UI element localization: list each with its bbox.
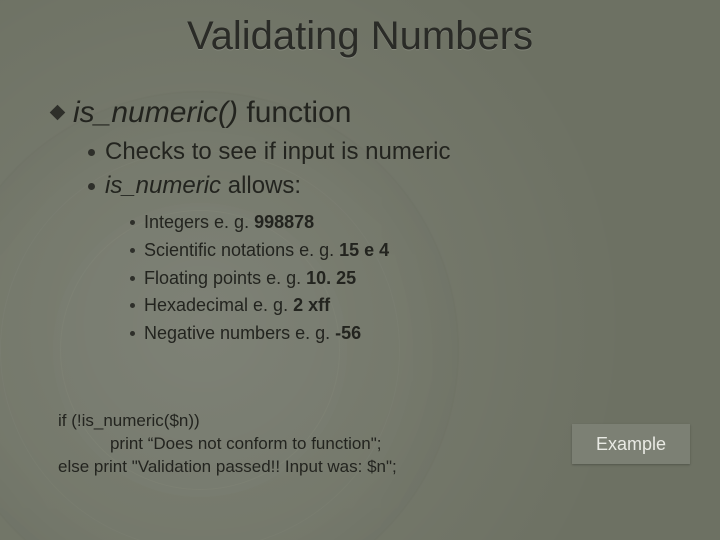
bullet-level-2-item: is_numeric allows: — [88, 170, 672, 202]
bullet-level-1: is_numeric() function — [52, 96, 672, 130]
bullet-label: Integers e. g. — [144, 212, 254, 232]
disc-bullet-icon — [130, 220, 135, 225]
bullet-value: 2 xff — [293, 295, 330, 315]
function-suffix: function — [238, 96, 351, 129]
bullet-level-3-item: Scientific notations e. g. 15 e 4 — [130, 237, 672, 265]
disc-bullet-icon — [88, 183, 95, 190]
disc-bullet-icon — [88, 149, 95, 156]
example-button[interactable]: Example — [572, 424, 690, 464]
slide: Validating Numbers is_numeric() function… — [0, 0, 720, 540]
bullet-label: Hexadecimal e. g. — [144, 295, 293, 315]
bullet-value: 10. 25 — [306, 268, 356, 288]
bullet-level-3-item: Negative numbers e. g. -56 — [130, 320, 672, 348]
bullet-value: 998878 — [254, 212, 314, 232]
bullet-text: Checks to see if input is numeric — [105, 138, 450, 165]
disc-bullet-icon — [130, 303, 135, 308]
bullet-level-3-item: Floating points e. g. 10. 25 — [130, 265, 672, 293]
bullet-label: Floating points e. g. — [144, 268, 306, 288]
bullet-text: allows: — [221, 172, 301, 199]
disc-bullet-icon — [130, 331, 135, 336]
disc-bullet-icon — [130, 276, 135, 281]
code-snippet: if (!is_numeric($n)) print “Does not con… — [58, 410, 528, 479]
bullet-level-3-item: Hexadecimal e. g. 2 xff — [130, 292, 672, 320]
bullet-value: 15 e 4 — [339, 240, 389, 260]
function-name-inline: is_numeric — [105, 172, 221, 199]
diamond-bullet-icon — [50, 105, 66, 121]
bullet-level-2-item: Checks to see if input is numeric — [88, 136, 672, 168]
bullet-label: Scientific notations e. g. — [144, 240, 339, 260]
bullet-level-3-group: Integers e. g. 998878 Scientific notatio… — [130, 209, 672, 348]
bullet-level-2-group: Checks to see if input is numeric is_num… — [88, 136, 672, 203]
slide-title: Validating Numbers — [0, 14, 720, 59]
function-name: is_numeric() — [73, 96, 238, 129]
slide-body: is_numeric() function Checks to see if i… — [52, 96, 672, 348]
bullet-value: -56 — [335, 323, 361, 343]
disc-bullet-icon — [130, 248, 135, 253]
bullet-level-3-item: Integers e. g. 998878 — [130, 209, 672, 237]
bullet-label: Negative numbers e. g. — [144, 323, 335, 343]
